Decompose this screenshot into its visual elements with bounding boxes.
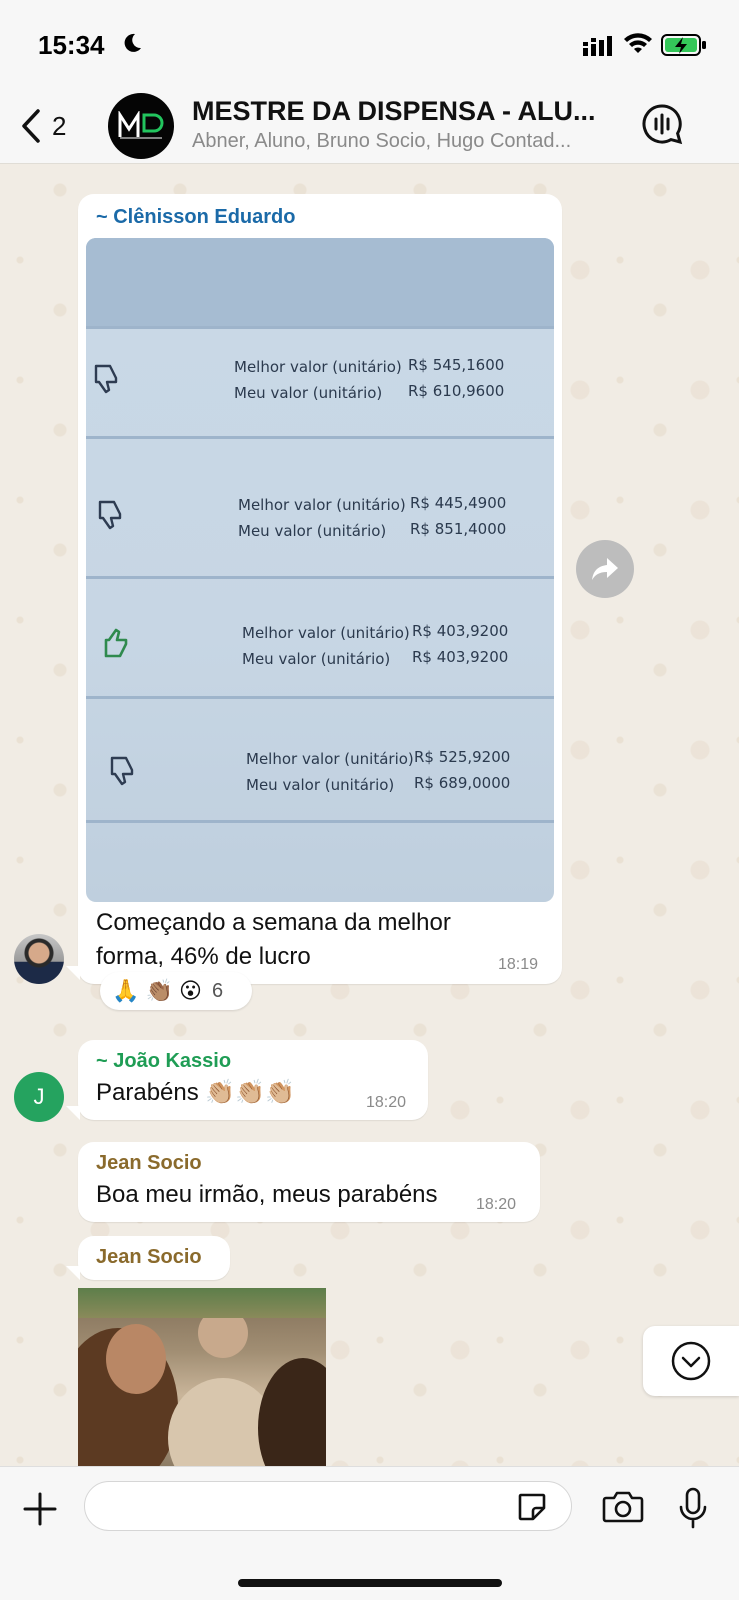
microphone-icon <box>679 1487 707 1529</box>
photo-top-band <box>86 238 554 326</box>
bubble-tail <box>66 1266 80 1280</box>
avatar[interactable]: J <box>14 1072 64 1122</box>
group-members[interactable]: Abner, Aluno, Bruno Socio, Hugo Contad..… <box>192 130 622 153</box>
status-time: 15:34 <box>38 30 105 60</box>
my-value: R$ 851,4000 <box>410 520 507 538</box>
reaction-emojis: 🙏 👏🏽 😮 <box>112 978 202 1003</box>
signal-icon <box>583 36 615 61</box>
my-value: R$ 610,9600 <box>408 382 505 400</box>
message-sender: Jean Socio <box>96 1152 202 1174</box>
avatar[interactable] <box>14 934 64 984</box>
message-sender: Jean Socio <box>96 1246 202 1268</box>
my-value-label: Meu valor (unitário) <box>234 384 383 402</box>
battery-charging-icon <box>661 34 707 61</box>
my-value: R$ 689,0000 <box>414 774 511 792</box>
message-text: Parabéns 👏🏼👏🏼👏🏼 <box>96 1079 296 1106</box>
photo-divider <box>86 576 554 579</box>
thumbs-up-icon <box>102 628 130 663</box>
message-time: 18:19 <box>498 956 539 973</box>
reaction-bar[interactable]: 🙏 👏🏽 😮 6 <box>100 972 252 1010</box>
bubble-tail <box>66 966 80 980</box>
best-value-label: Melhor valor (unitário) <box>234 358 402 376</box>
message-text-line: Começando a semana da melhor <box>96 909 451 936</box>
message-text: Começando a semana da melhor forma, 46% … <box>96 906 536 974</box>
unread-count: 2 <box>52 110 67 141</box>
message-sender: ~ João Kassio <box>96 1050 232 1072</box>
microphone-button[interactable] <box>678 1487 708 1534</box>
photo-divider <box>86 436 554 439</box>
moon-icon <box>120 31 144 60</box>
gif-foliage <box>78 1288 326 1318</box>
message-bubble[interactable]: Jean Socio Boa meu irmão, meus parabéns … <box>78 1142 540 1222</box>
message-input[interactable] <box>84 1481 572 1531</box>
gif-preview[interactable] <box>78 1288 326 1468</box>
best-value-label: Melhor valor (unitário) <box>246 750 414 768</box>
best-value-label: Melhor valor (unitário) <box>242 624 410 642</box>
photo-divider <box>86 696 554 699</box>
message-bubble[interactable]: ~ Clênisson Eduardo Melhor valor (unitár… <box>78 194 562 984</box>
camera-icon <box>602 1491 644 1523</box>
message-bubble[interactable]: Jean Socio <box>78 1236 230 1280</box>
my-value: R$ 403,9200 <box>412 648 509 666</box>
voice-chat-icon <box>642 104 683 145</box>
group-title[interactable]: MESTRE DA DISPENSA - ALU... <box>192 96 622 127</box>
message-time: 18:20 <box>476 1196 517 1213</box>
home-indicator <box>238 1579 502 1587</box>
group-call-button[interactable] <box>640 102 684 151</box>
group-avatar[interactable] <box>108 93 174 159</box>
best-value: R$ 445,4900 <box>410 494 507 512</box>
sticker-icon <box>518 1493 546 1521</box>
forward-arrow-icon <box>592 558 618 580</box>
photo-divider <box>86 820 554 823</box>
input-bar <box>0 1466 739 1600</box>
attach-button[interactable] <box>22 1491 58 1532</box>
reaction-count: 6 <box>211 979 224 1002</box>
group-logo-icon <box>118 111 164 139</box>
message-sender: ~ Clênisson Eduardo <box>96 206 296 228</box>
wifi-icon <box>624 33 652 60</box>
my-value-label: Meu valor (unitário) <box>242 650 391 668</box>
best-value: R$ 545,1600 <box>408 356 505 374</box>
best-value: R$ 525,9200 <box>414 748 511 766</box>
bubble-tail <box>66 1106 80 1120</box>
best-value-label: Melhor valor (unitário) <box>238 496 406 514</box>
best-value: R$ 403,9200 <box>412 622 509 640</box>
thumbs-down-icon <box>92 364 120 399</box>
photo-divider <box>86 326 554 329</box>
camera-button[interactable] <box>602 1489 644 1530</box>
back-button[interactable]: 2 <box>20 104 90 148</box>
my-value-label: Meu valor (unitário) <box>246 776 395 794</box>
my-value-label: Meu valor (unitário) <box>238 522 387 540</box>
chevron-down-circle-icon <box>671 1341 711 1381</box>
gif-figure <box>106 1324 166 1394</box>
sticker-button[interactable] <box>516 1491 548 1528</box>
message-time: 18:20 <box>366 1094 407 1111</box>
message-text-line: forma, 46% de lucro <box>96 943 311 970</box>
message-text: Boa meu irmão, meus parabéns <box>96 1181 438 1208</box>
plus-icon <box>23 1492 57 1526</box>
thumbs-down-icon <box>96 500 124 535</box>
message-bubble[interactable]: ~ João Kassio Parabéns 👏🏼👏🏼👏🏼 18:20 <box>78 1040 428 1120</box>
forward-button[interactable] <box>576 540 634 598</box>
gif-figure <box>258 1358 326 1468</box>
scroll-down-button[interactable] <box>643 1326 739 1396</box>
chevron-left-icon <box>22 109 40 143</box>
message-photo[interactable]: Melhor valor (unitário) R$ 545,1600 Meu … <box>86 238 554 902</box>
chat-header: 2 MESTRE DA DISPENSA - ALU... Abner, Alu… <box>0 88 739 164</box>
thumbs-down-icon <box>108 756 136 791</box>
status-bar: 15:34 <box>0 0 739 88</box>
